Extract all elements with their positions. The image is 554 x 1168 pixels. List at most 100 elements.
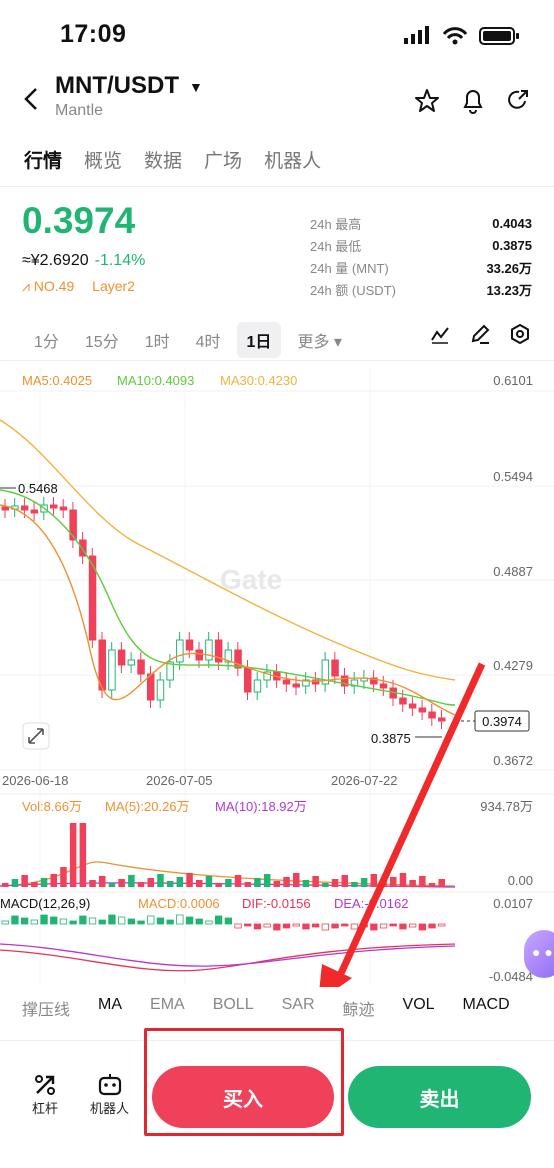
tag-label[interactable]: Layer2 xyxy=(92,278,135,294)
stat-key: 24h 量 (MNT) xyxy=(310,260,389,276)
assistant-bubble[interactable]: ● ● xyxy=(524,930,554,978)
macd-bar xyxy=(88,917,97,925)
rank-icon: ⩘ xyxy=(22,278,34,294)
macd-bar xyxy=(350,923,359,930)
volume-bar xyxy=(147,878,154,887)
tf-1m[interactable]: 1分 xyxy=(24,322,69,358)
tf-more[interactable]: 更多 ▾ xyxy=(287,322,351,358)
candle xyxy=(50,504,58,509)
volume-bar xyxy=(21,875,28,887)
macd-bar xyxy=(185,916,194,925)
tab-data[interactable]: 数据 xyxy=(144,146,182,173)
tf-4h[interactable]: 4时 xyxy=(186,322,231,358)
tf-15m[interactable]: 15分 xyxy=(75,322,129,358)
status-icons xyxy=(404,26,519,45)
tf-1d[interactable]: 1日 xyxy=(236,322,282,358)
volume-bar xyxy=(176,877,184,887)
share-icon[interactable] xyxy=(505,87,531,113)
macd-bar xyxy=(127,918,136,925)
indicator-tabs: 撑压线 MA EMA BOLL SAR 鲸迹 VOL MACD xyxy=(22,996,554,1020)
ind-whale[interactable]: 鲸迹 xyxy=(343,996,375,1020)
date-tick: 2026-07-22 xyxy=(331,773,398,788)
ind-ema[interactable]: EMA xyxy=(150,996,185,1020)
ind-support[interactable]: 撑压线 xyxy=(22,996,70,1020)
pair-title[interactable]: MNT/USDT ▼ xyxy=(55,72,203,100)
candle xyxy=(253,679,262,693)
bot-button[interactable]: 机器人 xyxy=(90,1072,129,1117)
volume-bar xyxy=(399,873,407,887)
candle xyxy=(59,506,68,511)
y-tick: 0.6101 xyxy=(493,373,533,388)
volume-bar xyxy=(31,882,38,887)
candle xyxy=(195,649,203,661)
candle xyxy=(127,659,136,666)
volume-bar xyxy=(215,883,222,887)
stat-vol: 24h 量 (MNT) 33.26万 xyxy=(310,256,532,278)
macd-bar xyxy=(40,914,48,925)
tab-square[interactable]: 广场 xyxy=(204,146,242,173)
macd-bar xyxy=(137,920,145,925)
candle xyxy=(428,711,436,719)
stat-value: 33.26万 xyxy=(486,260,532,276)
ind-boll[interactable]: BOLL xyxy=(213,996,254,1020)
candle xyxy=(399,697,407,705)
leverage-button[interactable]: 杠杆 xyxy=(32,1072,58,1117)
last-price: 0.3974 xyxy=(22,200,136,241)
sell-button[interactable]: 卖出 xyxy=(348,1066,531,1128)
back-icon[interactable] xyxy=(20,86,44,112)
bell-icon[interactable] xyxy=(460,87,486,115)
buy-highlight-box xyxy=(144,1028,344,1136)
macd-bar xyxy=(156,917,165,925)
ind-vol[interactable]: VOL xyxy=(403,996,435,1020)
volume-bar xyxy=(60,867,67,887)
tab-bot[interactable]: 机器人 xyxy=(264,146,321,173)
macd-bar xyxy=(282,923,291,929)
volume-bar xyxy=(118,879,125,887)
macd-bar xyxy=(166,919,174,925)
ma30-line xyxy=(0,419,456,681)
stat-low: 24h 最低 0.3875 xyxy=(310,234,532,256)
ma-lines xyxy=(0,419,456,972)
tab-market[interactable]: 行情 xyxy=(24,146,62,173)
ind-sar[interactable]: SAR xyxy=(282,996,315,1020)
coin-name: Mantle xyxy=(55,102,104,119)
macd-bar xyxy=(321,923,330,931)
macd-legend: MACD(12,26,9) xyxy=(0,896,90,911)
volume-bar xyxy=(40,878,48,887)
rank-label: NO.49 xyxy=(33,278,75,294)
kline-chart[interactable]: Gate MA5:0.4025 MA10:0.4093 MA30:0.4230 … xyxy=(0,362,554,987)
macd-bar xyxy=(69,920,77,925)
macd-bar xyxy=(389,923,397,927)
tf-1h[interactable]: 1时 xyxy=(135,322,180,358)
stat-value: 0.4043 xyxy=(492,215,532,231)
macd-bar xyxy=(224,917,233,925)
macd-bar xyxy=(79,915,87,925)
volume-bar xyxy=(428,883,436,887)
ind-ma[interactable]: MA xyxy=(98,996,122,1020)
volume-bar xyxy=(11,879,19,887)
macd-bar xyxy=(30,919,39,925)
macd-bar xyxy=(370,923,378,931)
volume-bar xyxy=(79,823,87,887)
candle xyxy=(117,649,126,666)
macd-bar xyxy=(418,923,427,931)
macd-bars xyxy=(1,914,446,931)
robot-icon xyxy=(98,1074,121,1096)
vol-axis-bottom: 0.00 xyxy=(508,873,533,888)
volume-bar xyxy=(419,876,426,887)
ind-macd[interactable]: MACD xyxy=(463,996,510,1020)
sub-price: ≈¥2.6920 -1.14% xyxy=(22,252,145,270)
volume-bar xyxy=(128,875,135,887)
volume-bar xyxy=(263,874,271,887)
volume-bar xyxy=(69,823,77,887)
y-tick: 0.4887 xyxy=(493,564,533,579)
tab-overview[interactable]: 概览 xyxy=(84,146,122,173)
macd-bar xyxy=(108,914,116,925)
dif-line xyxy=(0,943,456,972)
macd-bar xyxy=(214,915,223,925)
star-icon[interactable] xyxy=(414,88,440,114)
draw-icon[interactable] xyxy=(470,324,490,344)
stat-value: 0.3875 xyxy=(492,237,532,253)
settings-icon[interactable] xyxy=(510,324,530,344)
indicator-icon[interactable] xyxy=(430,324,450,344)
